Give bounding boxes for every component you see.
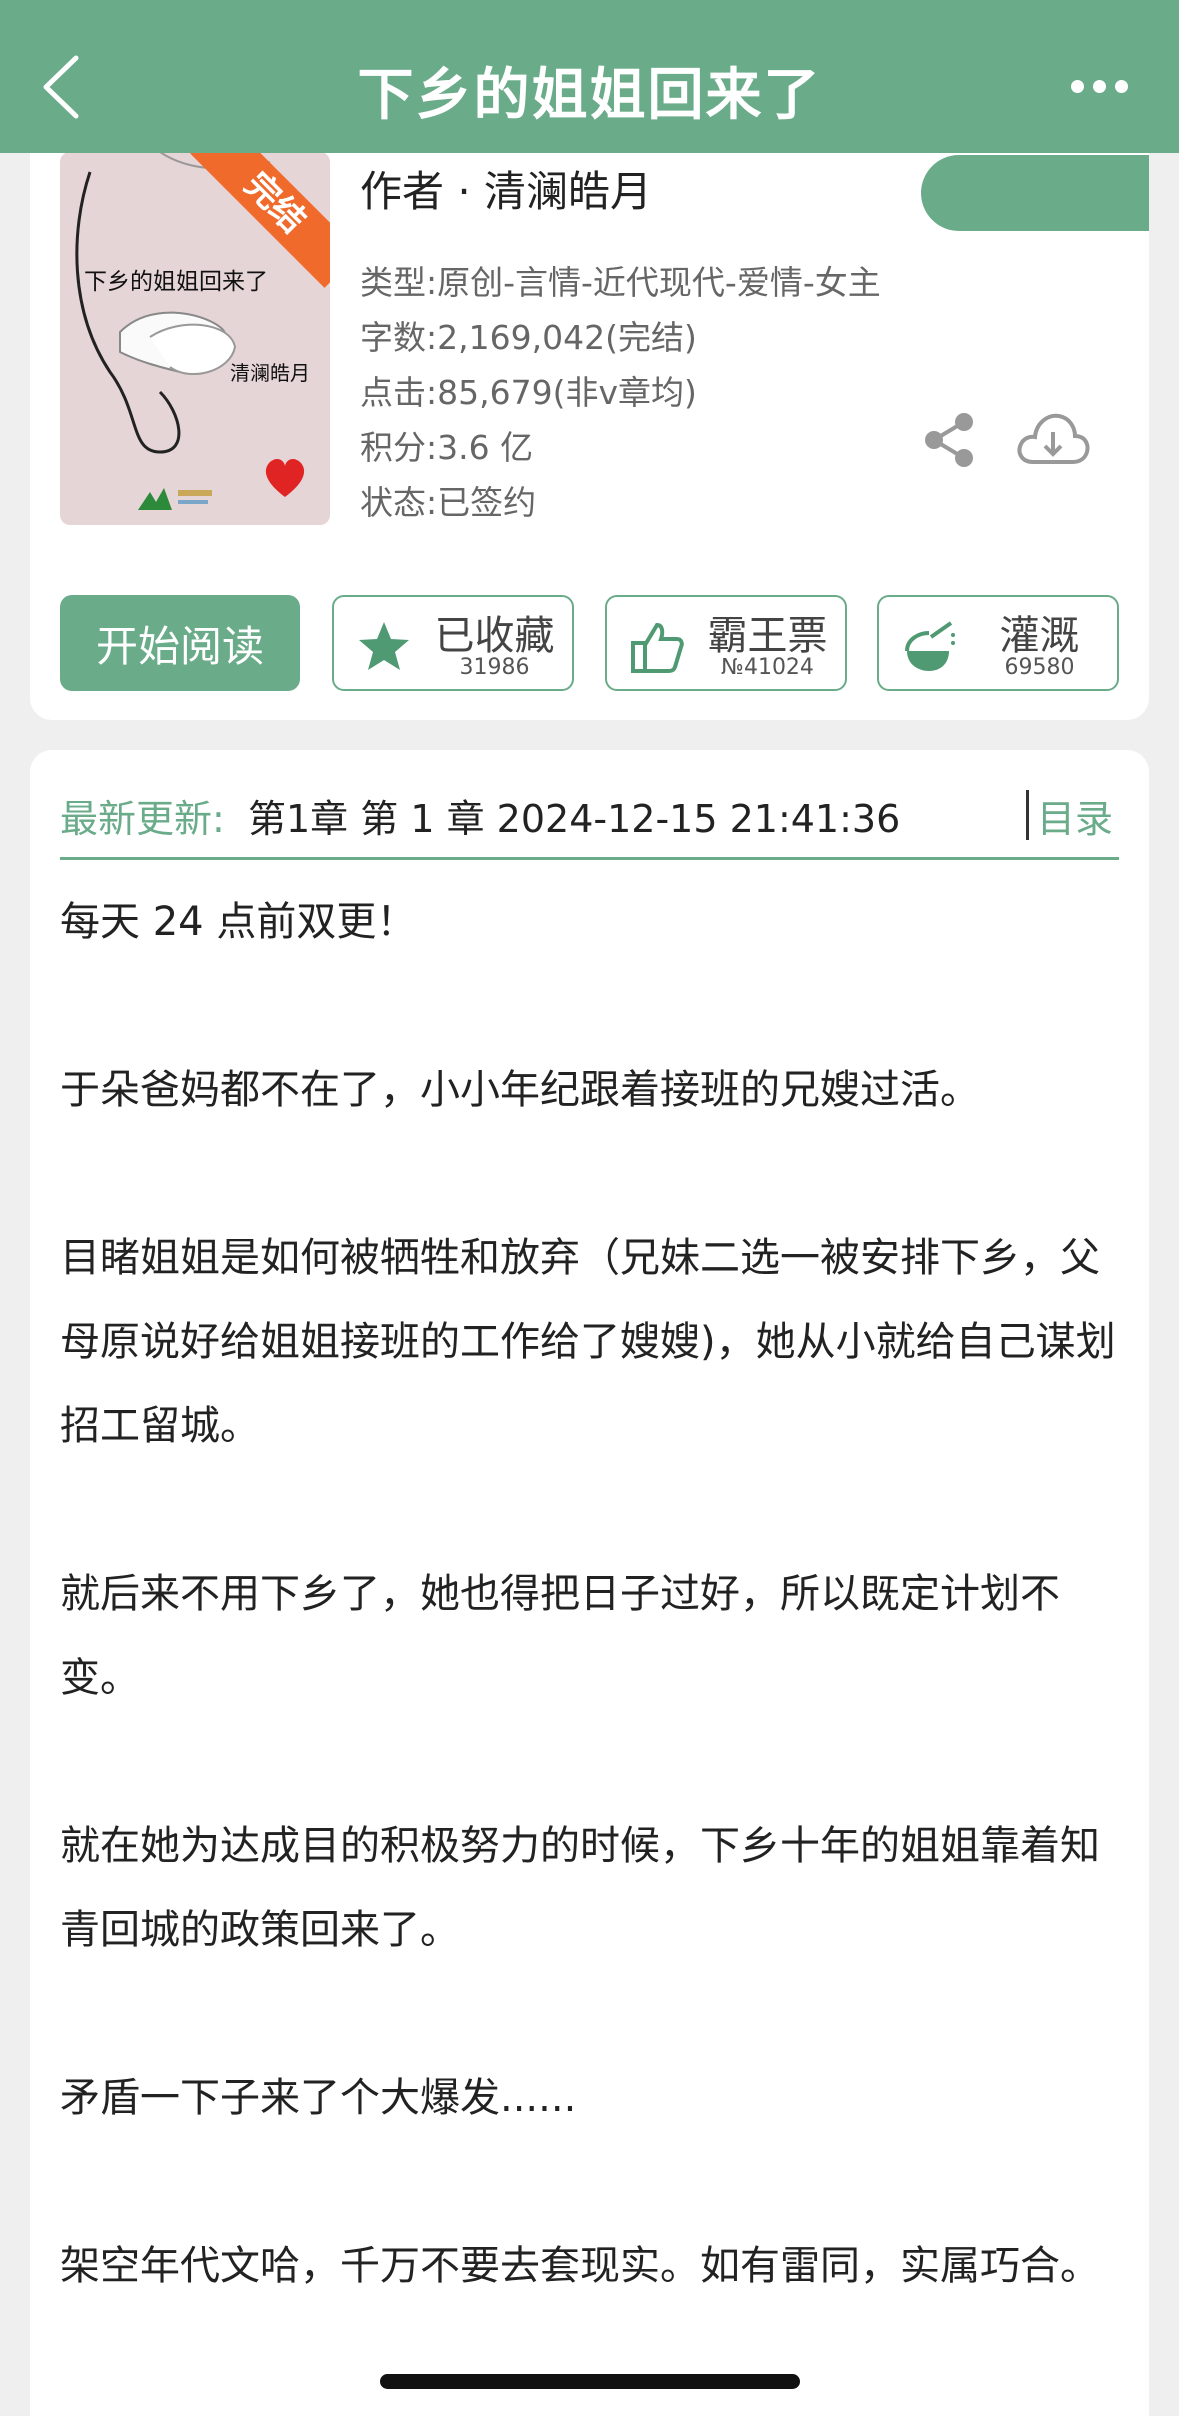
summary-paragraph: 架空年代文哈，千万不要去套现实。如有雷同，实属巧合。 (60, 2243, 1100, 2289)
share-icon[interactable] (920, 410, 980, 470)
book-summary: 每天 24 点前双更！ 于朵爸妈都不在了，小小年纪跟着接班的兄嫂过活。 目睹姐姐… (60, 880, 1119, 2308)
summary-paragraph: 目睹姐姐是如何被牺牲和放弃（兄妹二选一被安排下乡，父母原说好给姐姐接班的工作给了… (60, 1235, 1116, 1449)
cover-author: 清澜皓月 (230, 361, 310, 385)
summary-paragraph: 就后来不用下乡了，她也得把日子过好，所以既定计划不变。 (60, 1571, 1060, 1701)
top-nav-bar: 下乡的姐姐回来了 (0, 0, 1179, 153)
latest-update-chapter[interactable]: 第1章 第 1 章 2024-12-15 21:41:36 (248, 788, 900, 843)
vote-label: 霸王票 (707, 613, 828, 659)
more-icon[interactable] (1071, 74, 1131, 104)
book-meta: 类型:原创-言情-近代现代-爱情-女主 字数:2,169,042(完结) 点击:… (360, 255, 881, 530)
book-info-card: 完结 下乡的姐姐回来了 清澜皓月 作者 · 清澜皓月 类型:原创-言情-近代现代… (30, 120, 1149, 720)
summary-paragraph: 每天 24 点前双更！ (60, 899, 417, 945)
start-reading-button[interactable]: 开始阅读 (60, 595, 300, 691)
collect-button[interactable]: 已收藏 31986 (332, 595, 574, 691)
water-label: 灌溉 (999, 613, 1080, 659)
page-title: 下乡的姐姐回来了 (357, 63, 822, 128)
book-cover[interactable]: 完结 下乡的姐姐回来了 清澜皓月 (60, 152, 330, 525)
thumbs-up-icon (631, 622, 684, 673)
table-of-contents-link[interactable]: 目录 (1037, 788, 1113, 843)
meta-status: 状态:已签约 (360, 483, 537, 522)
water-button[interactable]: 灌溉 69580 (877, 595, 1119, 691)
author-name[interactable]: 作者 · 清澜皓月 (360, 158, 652, 219)
latest-update-label: 最新更新: (60, 797, 225, 841)
water-count: 69580 (1004, 655, 1075, 680)
meta-type: 类型:原创-言情-近代现代-爱情-女主 (360, 263, 881, 302)
heart-icon (265, 459, 305, 497)
meta-word-count: 字数:2,169,042(完结) (360, 318, 697, 357)
vote-count: №41024 (721, 655, 814, 680)
green-pill-button[interactable] (921, 155, 1149, 231)
divider (1026, 790, 1029, 840)
latest-update-bar[interactable]: 最新更新: 第1章 第 1 章 2024-12-15 21:41:36 目录 (60, 780, 1119, 860)
summary-paragraph: 矛盾一下子来了个大爆发...... (60, 2075, 577, 2121)
home-indicator[interactable] (380, 2374, 800, 2389)
cover-title: 下乡的姐姐回来了 (84, 269, 268, 295)
summary-paragraph: 就在她为达成目的积极努力的时候，下乡十年的姐姐靠着知青回城的政策回来了。 (60, 1823, 1100, 1953)
collect-label: 已收藏 (434, 613, 555, 659)
watering-icon (905, 621, 955, 671)
vote-button[interactable]: 霸王票 №41024 (605, 595, 847, 691)
download-icon[interactable] (1015, 408, 1091, 472)
action-buttons: 开始阅读 已收藏 31986 霸王票 №41024 灌溉 69580 (60, 595, 1119, 691)
publisher-logo (138, 488, 212, 510)
meta-score: 积分:3.6 亿 (360, 428, 534, 467)
meta-clicks: 点击:85,679(非v章均) (360, 373, 697, 412)
summary-card: 最新更新: 第1章 第 1 章 2024-12-15 21:41:36 目录 每… (30, 750, 1149, 2416)
star-icon (359, 622, 409, 670)
collect-count: 31986 (459, 655, 530, 680)
summary-paragraph: 于朵爸妈都不在了，小小年纪跟着接班的兄嫂过活。 (60, 1067, 980, 1113)
